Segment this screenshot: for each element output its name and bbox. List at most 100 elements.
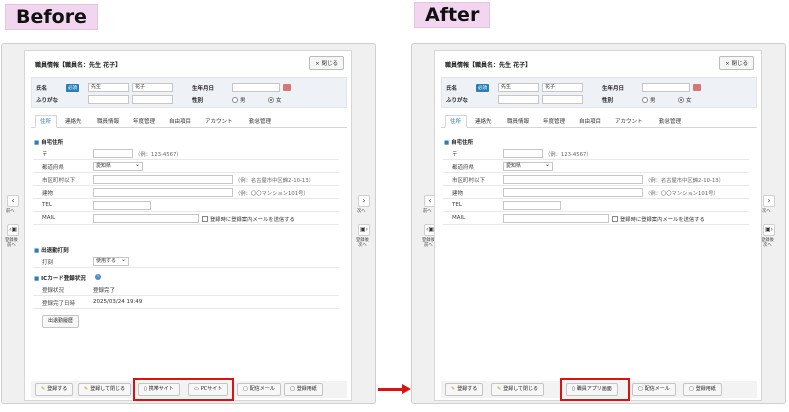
first-furigana-input[interactable]	[132, 95, 173, 104]
city-hint: （例：名古屋市中区錦2-10-13）	[645, 178, 724, 184]
tab-contact[interactable]: 連絡先	[475, 117, 492, 125]
save-prev-button[interactable]: ‹▣	[7, 224, 19, 236]
building-input[interactable]	[93, 188, 233, 197]
mail-button[interactable]: ▢ 配信メール	[632, 383, 676, 396]
birth-input[interactable]	[232, 83, 280, 92]
female-radio[interactable]	[268, 97, 274, 103]
tab-address[interactable]: 住所	[40, 117, 51, 125]
city-input[interactable]	[503, 175, 643, 184]
tab-account[interactable]: アカウント	[615, 117, 643, 125]
city-label: 市区町村以下	[452, 178, 486, 184]
tab-contact[interactable]: 連絡先	[65, 117, 82, 125]
gender-label: 性別	[192, 98, 204, 104]
furigana-label: ふりがな	[36, 98, 59, 104]
before-label: Before	[5, 4, 98, 30]
tab-year[interactable]: 年度管理	[133, 117, 155, 125]
tel-row: TEL	[443, 200, 749, 212]
tab-year[interactable]: 年度管理	[543, 117, 565, 125]
prev-button[interactable]: ‹	[7, 195, 19, 207]
before-panel: ‹ 前へ ‹▣ 登録後 前へ › 次へ ▣› 登録後 次へ 職員情報【職員名：先…	[1, 43, 376, 404]
building-row: 建物 （例：〇〇マンション101号）	[443, 187, 749, 199]
tab-attendance[interactable]: 勤怠管理	[249, 117, 271, 125]
building-input[interactable]	[503, 188, 643, 197]
tab-bar: 住所 連絡先 職員情報 年度管理 自由項目 アカウント 勤怠管理	[441, 115, 757, 128]
mail-button[interactable]: ▢ 配信メール	[237, 383, 281, 396]
prev-label: 前へ	[6, 209, 15, 214]
punch-select[interactable]: 使用する	[93, 256, 129, 266]
save-next-button[interactable]: ▣›	[763, 224, 775, 236]
postal-row: 〒 （例：123-4567）	[443, 148, 749, 160]
required-badge: 必須	[476, 84, 489, 92]
calendar-icon[interactable]	[283, 84, 291, 91]
male-radio[interactable]	[642, 97, 648, 103]
tel-label: TEL	[42, 202, 52, 208]
birth-label: 生年月日	[192, 86, 215, 92]
birth-input[interactable]	[642, 83, 690, 92]
postal-input[interactable]	[503, 149, 543, 158]
first-name-input[interactable]: 花子	[542, 83, 583, 92]
window-title: 職員情報【職員名：先生 花子】	[445, 62, 532, 69]
close-button[interactable]: × 閉じる	[309, 56, 344, 70]
register-button[interactable]: ✎ 登録する	[445, 383, 484, 396]
register-close-text: 登録して閉じる	[503, 386, 539, 392]
building-hint: （例：〇〇マンション101号）	[235, 191, 309, 197]
info-icon[interactable]: i	[95, 274, 101, 280]
next-button[interactable]: ›	[358, 195, 370, 207]
register-form-button[interactable]: ▢ 登録用紙	[284, 383, 323, 396]
mail-checkbox[interactable]	[202, 216, 208, 222]
postal-input[interactable]	[93, 149, 133, 158]
mail-input[interactable]	[93, 214, 199, 223]
tab-account[interactable]: アカウント	[205, 117, 233, 125]
city-input[interactable]	[93, 175, 233, 184]
mail-text: 配信メール	[249, 386, 275, 392]
pref-label: 都道府県	[452, 165, 475, 171]
city-hint: （例：名古屋市中区錦2-10-13）	[235, 178, 314, 184]
register-text: 登録する	[47, 386, 68, 392]
last-furigana-input[interactable]	[88, 95, 129, 104]
postal-hint: （例：123-4567）	[545, 152, 592, 158]
last-name-input[interactable]: 先生	[88, 83, 129, 92]
calendar-icon[interactable]	[693, 84, 701, 91]
building-hint: （例：〇〇マンション101号）	[645, 191, 719, 197]
tab-staff-info[interactable]: 職員情報	[97, 117, 119, 125]
basic-info-box: 氏名 必須 先生 花子 ふりがな 生年月日 性別 男 女	[31, 77, 347, 108]
tab-free[interactable]: 自由項目	[169, 117, 191, 125]
attendance-section: 出退勤打刻	[34, 246, 69, 254]
first-name-input[interactable]: 花子	[132, 83, 173, 92]
city-row: 市区町村以下 （例：名古屋市中区錦2-10-13）	[33, 174, 339, 186]
pref-select[interactable]: 愛知県	[503, 161, 553, 171]
tel-input[interactable]	[503, 201, 561, 210]
last-name-input[interactable]: 先生	[498, 83, 539, 92]
save-prev-label: 登録後 前へ	[422, 238, 435, 248]
furigana-label: ふりがな	[446, 98, 469, 104]
male-radio[interactable]	[232, 97, 238, 103]
pref-select[interactable]: 愛知県	[93, 161, 143, 171]
status-row: 登録状況 登録完了	[33, 284, 339, 296]
first-furigana-input[interactable]	[542, 95, 583, 104]
register-form-button[interactable]: ▢ 登録用紙	[683, 383, 722, 396]
female-radio[interactable]	[678, 97, 684, 103]
arrow-head-icon	[402, 384, 411, 394]
register-button[interactable]: ✎ 登録する	[35, 383, 74, 396]
punch-row: 打刻 使用する	[33, 256, 339, 268]
pref-label: 都道府県	[42, 165, 65, 171]
tab-attendance[interactable]: 勤怠管理	[659, 117, 681, 125]
tel-input[interactable]	[93, 201, 151, 210]
history-button[interactable]: 出退勤履歴	[42, 315, 80, 328]
tab-free[interactable]: 自由項目	[579, 117, 601, 125]
next-label: 次へ	[762, 209, 771, 214]
postal-label: 〒	[42, 152, 48, 158]
gender-label: 性別	[602, 98, 614, 104]
last-furigana-input[interactable]	[498, 95, 539, 104]
save-next-button[interactable]: ▣›	[358, 224, 370, 236]
close-button[interactable]: × 閉じる	[719, 56, 754, 70]
register-close-button[interactable]: ✎ 登録して閉じる	[491, 383, 545, 396]
mail-input[interactable]	[503, 214, 609, 223]
register-close-button[interactable]: ✎ 登録して閉じる	[78, 383, 132, 396]
mail-row: MAIL 登録時に登録案内メールを送信する	[443, 213, 749, 225]
staff-window: 職員情報【職員名：先生 花子】 × 閉じる 氏名 必須 先生 花子 ふりがな 生…	[434, 50, 762, 401]
next-button[interactable]: ›	[763, 195, 775, 207]
mail-checkbox[interactable]	[612, 216, 618, 222]
tab-staff-info[interactable]: 職員情報	[507, 117, 529, 125]
tab-address[interactable]: 住所	[450, 117, 461, 125]
